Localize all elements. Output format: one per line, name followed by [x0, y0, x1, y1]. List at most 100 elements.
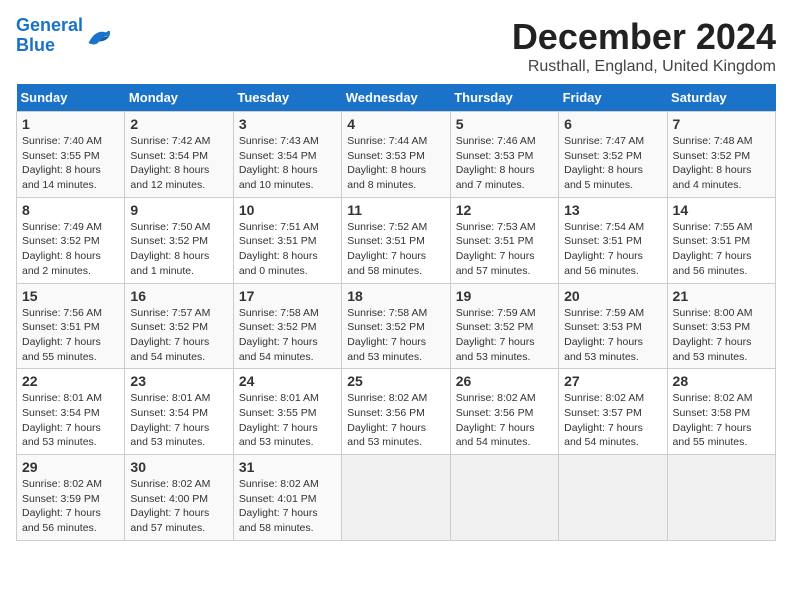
day-number: 13	[564, 202, 661, 218]
calendar-cell: 28 Sunrise: 8:02 AMSunset: 3:58 PMDaylig…	[667, 369, 775, 455]
day-number: 26	[456, 373, 553, 389]
month-title: December 2024	[512, 16, 776, 58]
day-info: Sunrise: 7:54 AMSunset: 3:51 PMDaylight:…	[564, 221, 644, 277]
day-info: Sunrise: 7:50 AMSunset: 3:52 PMDaylight:…	[130, 221, 210, 277]
day-number: 1	[22, 116, 119, 132]
day-info: Sunrise: 8:02 AMSunset: 3:57 PMDaylight:…	[564, 392, 644, 448]
day-info: Sunrise: 8:02 AMSunset: 3:56 PMDaylight:…	[347, 392, 427, 448]
day-info: Sunrise: 7:59 AMSunset: 3:53 PMDaylight:…	[564, 307, 644, 363]
calendar-cell	[559, 455, 667, 541]
logo-blue: Blue	[16, 35, 55, 55]
calendar-cell: 26 Sunrise: 8:02 AMSunset: 3:56 PMDaylig…	[450, 369, 558, 455]
day-number: 30	[130, 459, 227, 475]
day-number: 31	[239, 459, 336, 475]
calendar-cell: 8 Sunrise: 7:49 AMSunset: 3:52 PMDayligh…	[17, 197, 125, 283]
calendar-cell: 7 Sunrise: 7:48 AMSunset: 3:52 PMDayligh…	[667, 112, 775, 198]
day-number: 23	[130, 373, 227, 389]
day-info: Sunrise: 7:56 AMSunset: 3:51 PMDaylight:…	[22, 307, 102, 363]
day-info: Sunrise: 7:46 AMSunset: 3:53 PMDaylight:…	[456, 135, 536, 191]
day-number: 11	[347, 202, 444, 218]
day-info: Sunrise: 7:58 AMSunset: 3:52 PMDaylight:…	[239, 307, 319, 363]
day-number: 29	[22, 459, 119, 475]
day-info: Sunrise: 7:47 AMSunset: 3:52 PMDaylight:…	[564, 135, 644, 191]
day-info: Sunrise: 7:51 AMSunset: 3:51 PMDaylight:…	[239, 221, 319, 277]
day-number: 27	[564, 373, 661, 389]
calendar-cell	[342, 455, 450, 541]
col-wednesday: Wednesday	[342, 84, 450, 112]
calendar-cell: 25 Sunrise: 8:02 AMSunset: 3:56 PMDaylig…	[342, 369, 450, 455]
day-info: Sunrise: 8:02 AMSunset: 3:59 PMDaylight:…	[22, 478, 102, 534]
logo-bird-icon	[85, 22, 113, 50]
calendar-cell: 21 Sunrise: 8:00 AMSunset: 3:53 PMDaylig…	[667, 283, 775, 369]
calendar-cell: 30 Sunrise: 8:02 AMSunset: 4:00 PMDaylig…	[125, 455, 233, 541]
day-info: Sunrise: 8:01 AMSunset: 3:54 PMDaylight:…	[130, 392, 210, 448]
logo-general: General	[16, 15, 83, 35]
day-number: 15	[22, 288, 119, 304]
day-number: 9	[130, 202, 227, 218]
col-friday: Friday	[559, 84, 667, 112]
calendar-cell: 15 Sunrise: 7:56 AMSunset: 3:51 PMDaylig…	[17, 283, 125, 369]
day-number: 19	[456, 288, 553, 304]
day-number: 25	[347, 373, 444, 389]
day-info: Sunrise: 7:49 AMSunset: 3:52 PMDaylight:…	[22, 221, 102, 277]
day-number: 14	[673, 202, 770, 218]
calendar-cell: 31 Sunrise: 8:02 AMSunset: 4:01 PMDaylig…	[233, 455, 341, 541]
day-info: Sunrise: 7:57 AMSunset: 3:52 PMDaylight:…	[130, 307, 210, 363]
calendar-cell: 9 Sunrise: 7:50 AMSunset: 3:52 PMDayligh…	[125, 197, 233, 283]
calendar-cell: 1 Sunrise: 7:40 AMSunset: 3:55 PMDayligh…	[17, 112, 125, 198]
calendar-cell: 27 Sunrise: 8:02 AMSunset: 3:57 PMDaylig…	[559, 369, 667, 455]
calendar-cell: 2 Sunrise: 7:42 AMSunset: 3:54 PMDayligh…	[125, 112, 233, 198]
calendar-cell: 17 Sunrise: 7:58 AMSunset: 3:52 PMDaylig…	[233, 283, 341, 369]
location: Rusthall, England, United Kingdom	[512, 58, 776, 76]
day-number: 18	[347, 288, 444, 304]
day-info: Sunrise: 7:58 AMSunset: 3:52 PMDaylight:…	[347, 307, 427, 363]
day-number: 6	[564, 116, 661, 132]
calendar-cell	[450, 455, 558, 541]
day-info: Sunrise: 7:48 AMSunset: 3:52 PMDaylight:…	[673, 135, 753, 191]
calendar-cell: 22 Sunrise: 8:01 AMSunset: 3:54 PMDaylig…	[17, 369, 125, 455]
calendar-cell: 29 Sunrise: 8:02 AMSunset: 3:59 PMDaylig…	[17, 455, 125, 541]
day-number: 16	[130, 288, 227, 304]
day-number: 7	[673, 116, 770, 132]
calendar-cell: 14 Sunrise: 7:55 AMSunset: 3:51 PMDaylig…	[667, 197, 775, 283]
title-area: December 2024 Rusthall, England, United …	[512, 16, 776, 76]
day-number: 20	[564, 288, 661, 304]
day-number: 12	[456, 202, 553, 218]
day-info: Sunrise: 7:43 AMSunset: 3:54 PMDaylight:…	[239, 135, 319, 191]
day-info: Sunrise: 7:40 AMSunset: 3:55 PMDaylight:…	[22, 135, 102, 191]
logo: General Blue	[16, 16, 113, 56]
calendar-header: Sunday Monday Tuesday Wednesday Thursday…	[17, 84, 776, 112]
calendar-week-0: 1 Sunrise: 7:40 AMSunset: 3:55 PMDayligh…	[17, 112, 776, 198]
day-number: 5	[456, 116, 553, 132]
day-info: Sunrise: 7:52 AMSunset: 3:51 PMDaylight:…	[347, 221, 427, 277]
calendar-cell: 3 Sunrise: 7:43 AMSunset: 3:54 PMDayligh…	[233, 112, 341, 198]
calendar-cell: 12 Sunrise: 7:53 AMSunset: 3:51 PMDaylig…	[450, 197, 558, 283]
day-info: Sunrise: 8:02 AMSunset: 4:00 PMDaylight:…	[130, 478, 210, 534]
calendar-week-1: 8 Sunrise: 7:49 AMSunset: 3:52 PMDayligh…	[17, 197, 776, 283]
calendar-cell: 11 Sunrise: 7:52 AMSunset: 3:51 PMDaylig…	[342, 197, 450, 283]
day-number: 8	[22, 202, 119, 218]
col-sunday: Sunday	[17, 84, 125, 112]
calendar-cell: 6 Sunrise: 7:47 AMSunset: 3:52 PMDayligh…	[559, 112, 667, 198]
day-info: Sunrise: 8:02 AMSunset: 3:56 PMDaylight:…	[456, 392, 536, 448]
calendar-week-4: 29 Sunrise: 8:02 AMSunset: 3:59 PMDaylig…	[17, 455, 776, 541]
day-info: Sunrise: 7:53 AMSunset: 3:51 PMDaylight:…	[456, 221, 536, 277]
calendar-cell: 18 Sunrise: 7:58 AMSunset: 3:52 PMDaylig…	[342, 283, 450, 369]
calendar-cell: 5 Sunrise: 7:46 AMSunset: 3:53 PMDayligh…	[450, 112, 558, 198]
day-number: 4	[347, 116, 444, 132]
day-info: Sunrise: 8:00 AMSunset: 3:53 PMDaylight:…	[673, 307, 753, 363]
day-info: Sunrise: 7:42 AMSunset: 3:54 PMDaylight:…	[130, 135, 210, 191]
day-number: 21	[673, 288, 770, 304]
day-info: Sunrise: 8:01 AMSunset: 3:54 PMDaylight:…	[22, 392, 102, 448]
day-info: Sunrise: 7:59 AMSunset: 3:52 PMDaylight:…	[456, 307, 536, 363]
day-info: Sunrise: 7:44 AMSunset: 3:53 PMDaylight:…	[347, 135, 427, 191]
col-monday: Monday	[125, 84, 233, 112]
day-number: 3	[239, 116, 336, 132]
calendar-cell	[667, 455, 775, 541]
day-info: Sunrise: 7:55 AMSunset: 3:51 PMDaylight:…	[673, 221, 753, 277]
col-saturday: Saturday	[667, 84, 775, 112]
day-number: 2	[130, 116, 227, 132]
day-number: 24	[239, 373, 336, 389]
calendar-cell: 24 Sunrise: 8:01 AMSunset: 3:55 PMDaylig…	[233, 369, 341, 455]
calendar-table: Sunday Monday Tuesday Wednesday Thursday…	[16, 84, 776, 541]
